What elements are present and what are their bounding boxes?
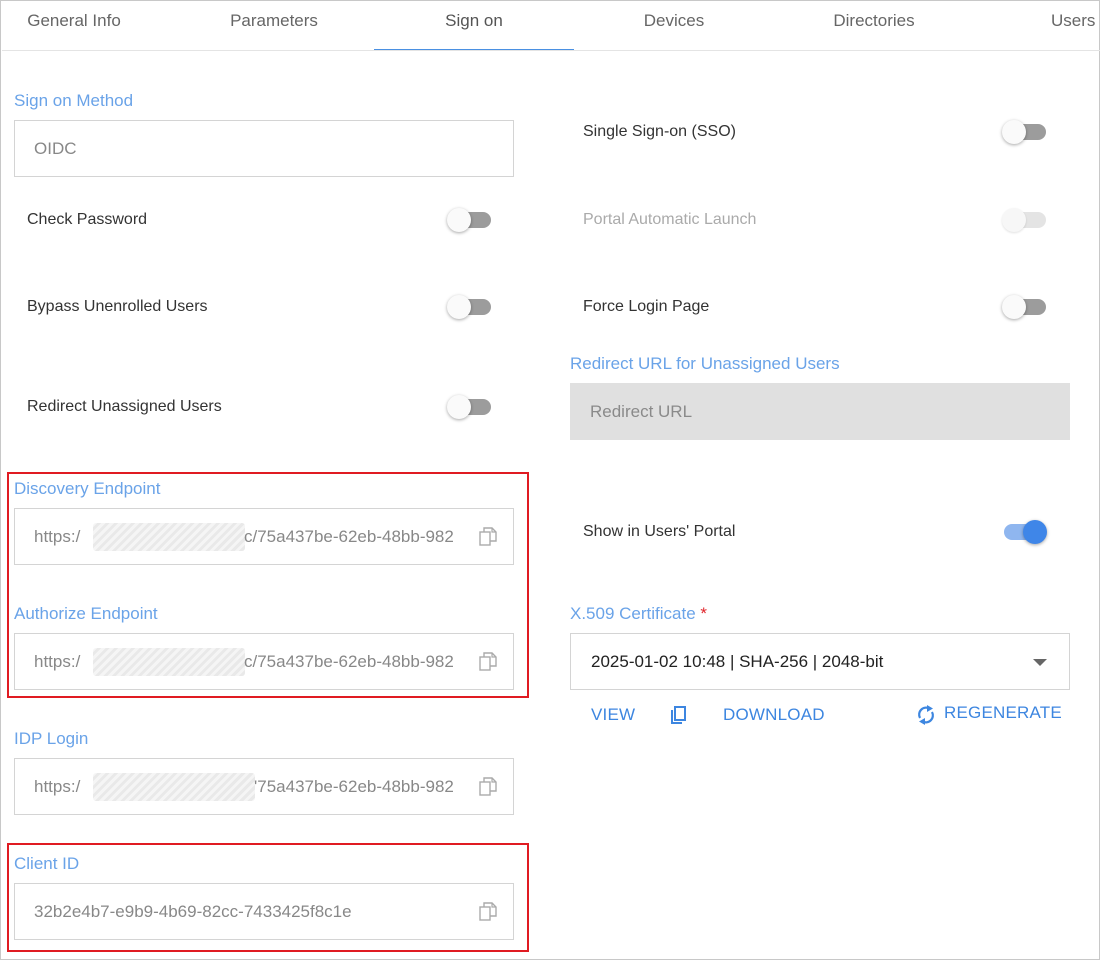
redacted-region (93, 648, 245, 676)
toggle-knob (1023, 520, 1047, 544)
toggle-knob (447, 395, 471, 419)
duplicate-icon[interactable] (669, 706, 687, 726)
app-frame: General Info Parameters Sign on Devices … (0, 0, 1100, 960)
bypass-unenrolled-label: Bypass Unenrolled Users (27, 298, 208, 315)
check-password-label: Check Password (27, 211, 148, 228)
client-id-label: Client ID (14, 854, 80, 873)
tab-bar: General Info Parameters Sign on Devices … (2, 1, 1100, 51)
authorize-endpoint-field[interactable]: https:/ c/75a437be-62eb-48bb-982 (14, 633, 514, 690)
authorize-endpoint-label: Authorize Endpoint (14, 604, 158, 623)
check-password-toggle[interactable] (447, 207, 493, 233)
redacted-region (93, 523, 245, 551)
copy-icon[interactable] (479, 652, 497, 672)
sso-toggle[interactable] (1002, 119, 1048, 145)
discovery-endpoint-label: Discovery Endpoint (14, 479, 161, 498)
sso-label: Single Sign-on (SSO) (583, 123, 736, 140)
copy-icon[interactable] (479, 777, 497, 797)
toggle-knob (1002, 295, 1026, 319)
idp-login-suffix: '75a437be-62eb-48bb-982 (254, 777, 454, 796)
regenerate-button[interactable]: REGENERATE (944, 703, 1062, 723)
redirect-unassigned-toggle[interactable] (447, 394, 493, 420)
client-id-value: 32b2e4b7-e9b9-4b69-82cc-7433425f8c1e (34, 902, 352, 921)
discovery-endpoint-field[interactable]: https:/ c/75a437be-62eb-48bb-982 (14, 508, 514, 565)
redirect-url-label: Redirect URL for Unassigned Users (570, 354, 840, 373)
tab-sign-on[interactable]: Sign on (374, 1, 574, 50)
download-button[interactable]: DOWNLOAD (723, 705, 825, 725)
portal-auto-launch-toggle (1002, 207, 1048, 233)
sign-on-method-field[interactable]: OIDC (14, 120, 514, 177)
tab-directories[interactable]: Directories (774, 1, 974, 50)
toggle-knob (1002, 208, 1026, 232)
client-id-field[interactable]: 32b2e4b7-e9b9-4b69-82cc-7433425f8c1e (14, 883, 514, 940)
discovery-endpoint-prefix: https:/ (34, 527, 81, 546)
certificate-select[interactable]: 2025-01-02 10:48 | SHA-256 | 2048-bit (570, 633, 1070, 690)
copy-icon[interactable] (479, 527, 497, 547)
sign-on-method-label: Sign on Method (14, 91, 134, 110)
certificate-label-text: X.509 Certificate (570, 604, 696, 623)
toggle-knob (447, 208, 471, 232)
authorize-endpoint-prefix: https:/ (34, 652, 81, 671)
redacted-region (93, 773, 255, 801)
tab-devices[interactable]: Devices (574, 1, 774, 50)
force-login-label: Force Login Page (583, 298, 710, 315)
chevron-down-icon (1033, 659, 1047, 666)
sign-on-method-value: OIDC (34, 139, 77, 158)
tab-general-info[interactable]: General Info (2, 1, 174, 50)
copy-icon[interactable] (479, 902, 497, 922)
show-in-portal-toggle[interactable] (1002, 519, 1048, 545)
force-login-toggle[interactable] (1002, 294, 1048, 320)
redirect-url-field: Redirect URL (570, 383, 1070, 440)
idp-login-field[interactable]: https:/ '75a437be-62eb-48bb-982 (14, 758, 514, 815)
tab-parameters[interactable]: Parameters (174, 1, 374, 50)
authorize-endpoint-suffix: c/75a437be-62eb-48bb-982 (244, 652, 454, 671)
required-mark: * (700, 604, 708, 623)
certificate-select-value: 2025-01-02 10:48 | SHA-256 | 2048-bit (591, 652, 884, 671)
certificate-label: X.509 Certificate * (570, 604, 707, 624)
idp-login-label: IDP Login (14, 729, 89, 748)
refresh-icon[interactable] (915, 703, 937, 727)
discovery-endpoint-suffix: c/75a437be-62eb-48bb-982 (244, 527, 454, 546)
view-button[interactable]: VIEW (591, 705, 635, 725)
toggle-knob (447, 295, 471, 319)
toggle-knob (1002, 120, 1026, 144)
redirect-url-placeholder: Redirect URL (590, 402, 693, 421)
idp-login-prefix: https:/ (34, 777, 81, 796)
show-in-portal-label: Show in Users' Portal (583, 523, 736, 540)
portal-auto-launch-label: Portal Automatic Launch (583, 211, 757, 228)
redirect-unassigned-label: Redirect Unassigned Users (27, 398, 222, 415)
tab-users[interactable]: Users (974, 1, 1100, 50)
bypass-unenrolled-toggle[interactable] (447, 294, 493, 320)
